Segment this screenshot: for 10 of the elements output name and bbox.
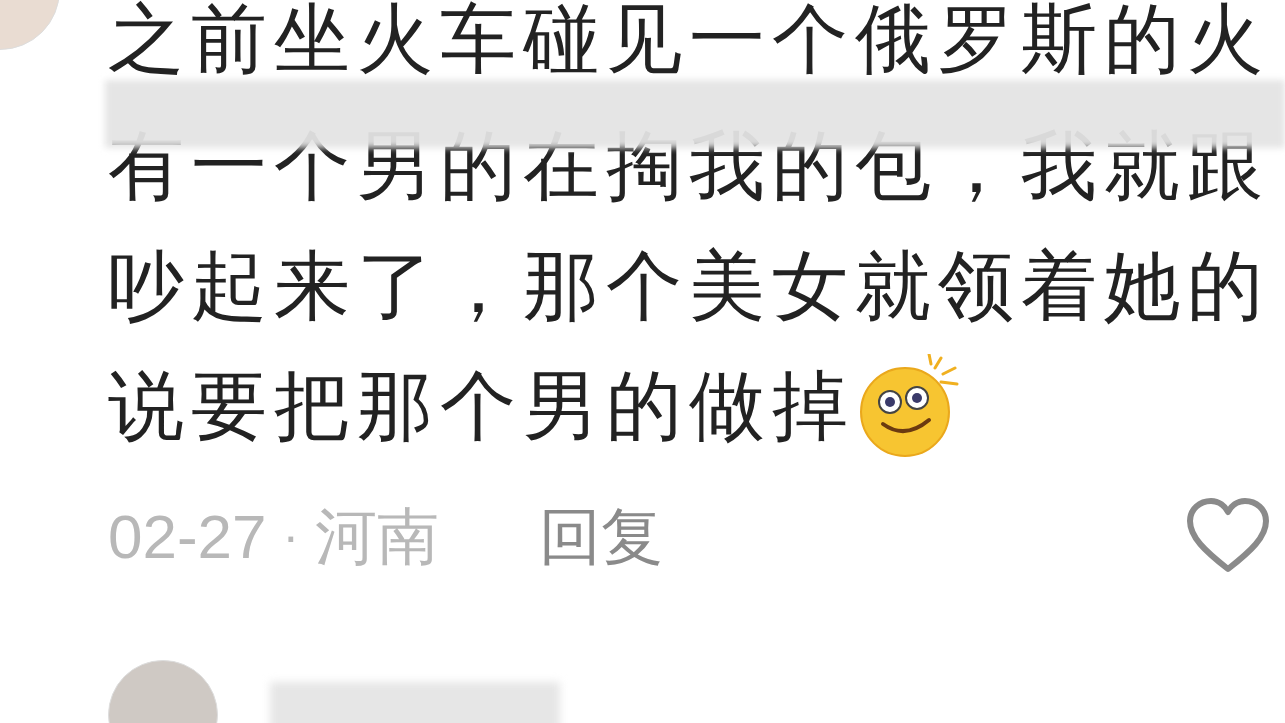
separator-dot: · — [282, 506, 300, 566]
comment-text-line: 有一个男的在掏我的包，我就跟 — [108, 128, 1270, 204]
dizzy-smiley-icon — [857, 354, 961, 458]
comment-text-line: 吵起来了，那个美女就领着她的 — [108, 248, 1270, 324]
comment-date: 02-27 — [108, 500, 267, 573]
reply-link[interactable]: 回复 — [539, 489, 664, 583]
comment-text-line: 说要把那个男的做掉 — [108, 368, 855, 444]
comment-location: 河南 — [315, 500, 440, 573]
comment-text-line: 之前坐火车碰见一个俄罗斯的火 — [108, 1, 1270, 77]
heart-like-icon[interactable] — [1185, 497, 1271, 575]
